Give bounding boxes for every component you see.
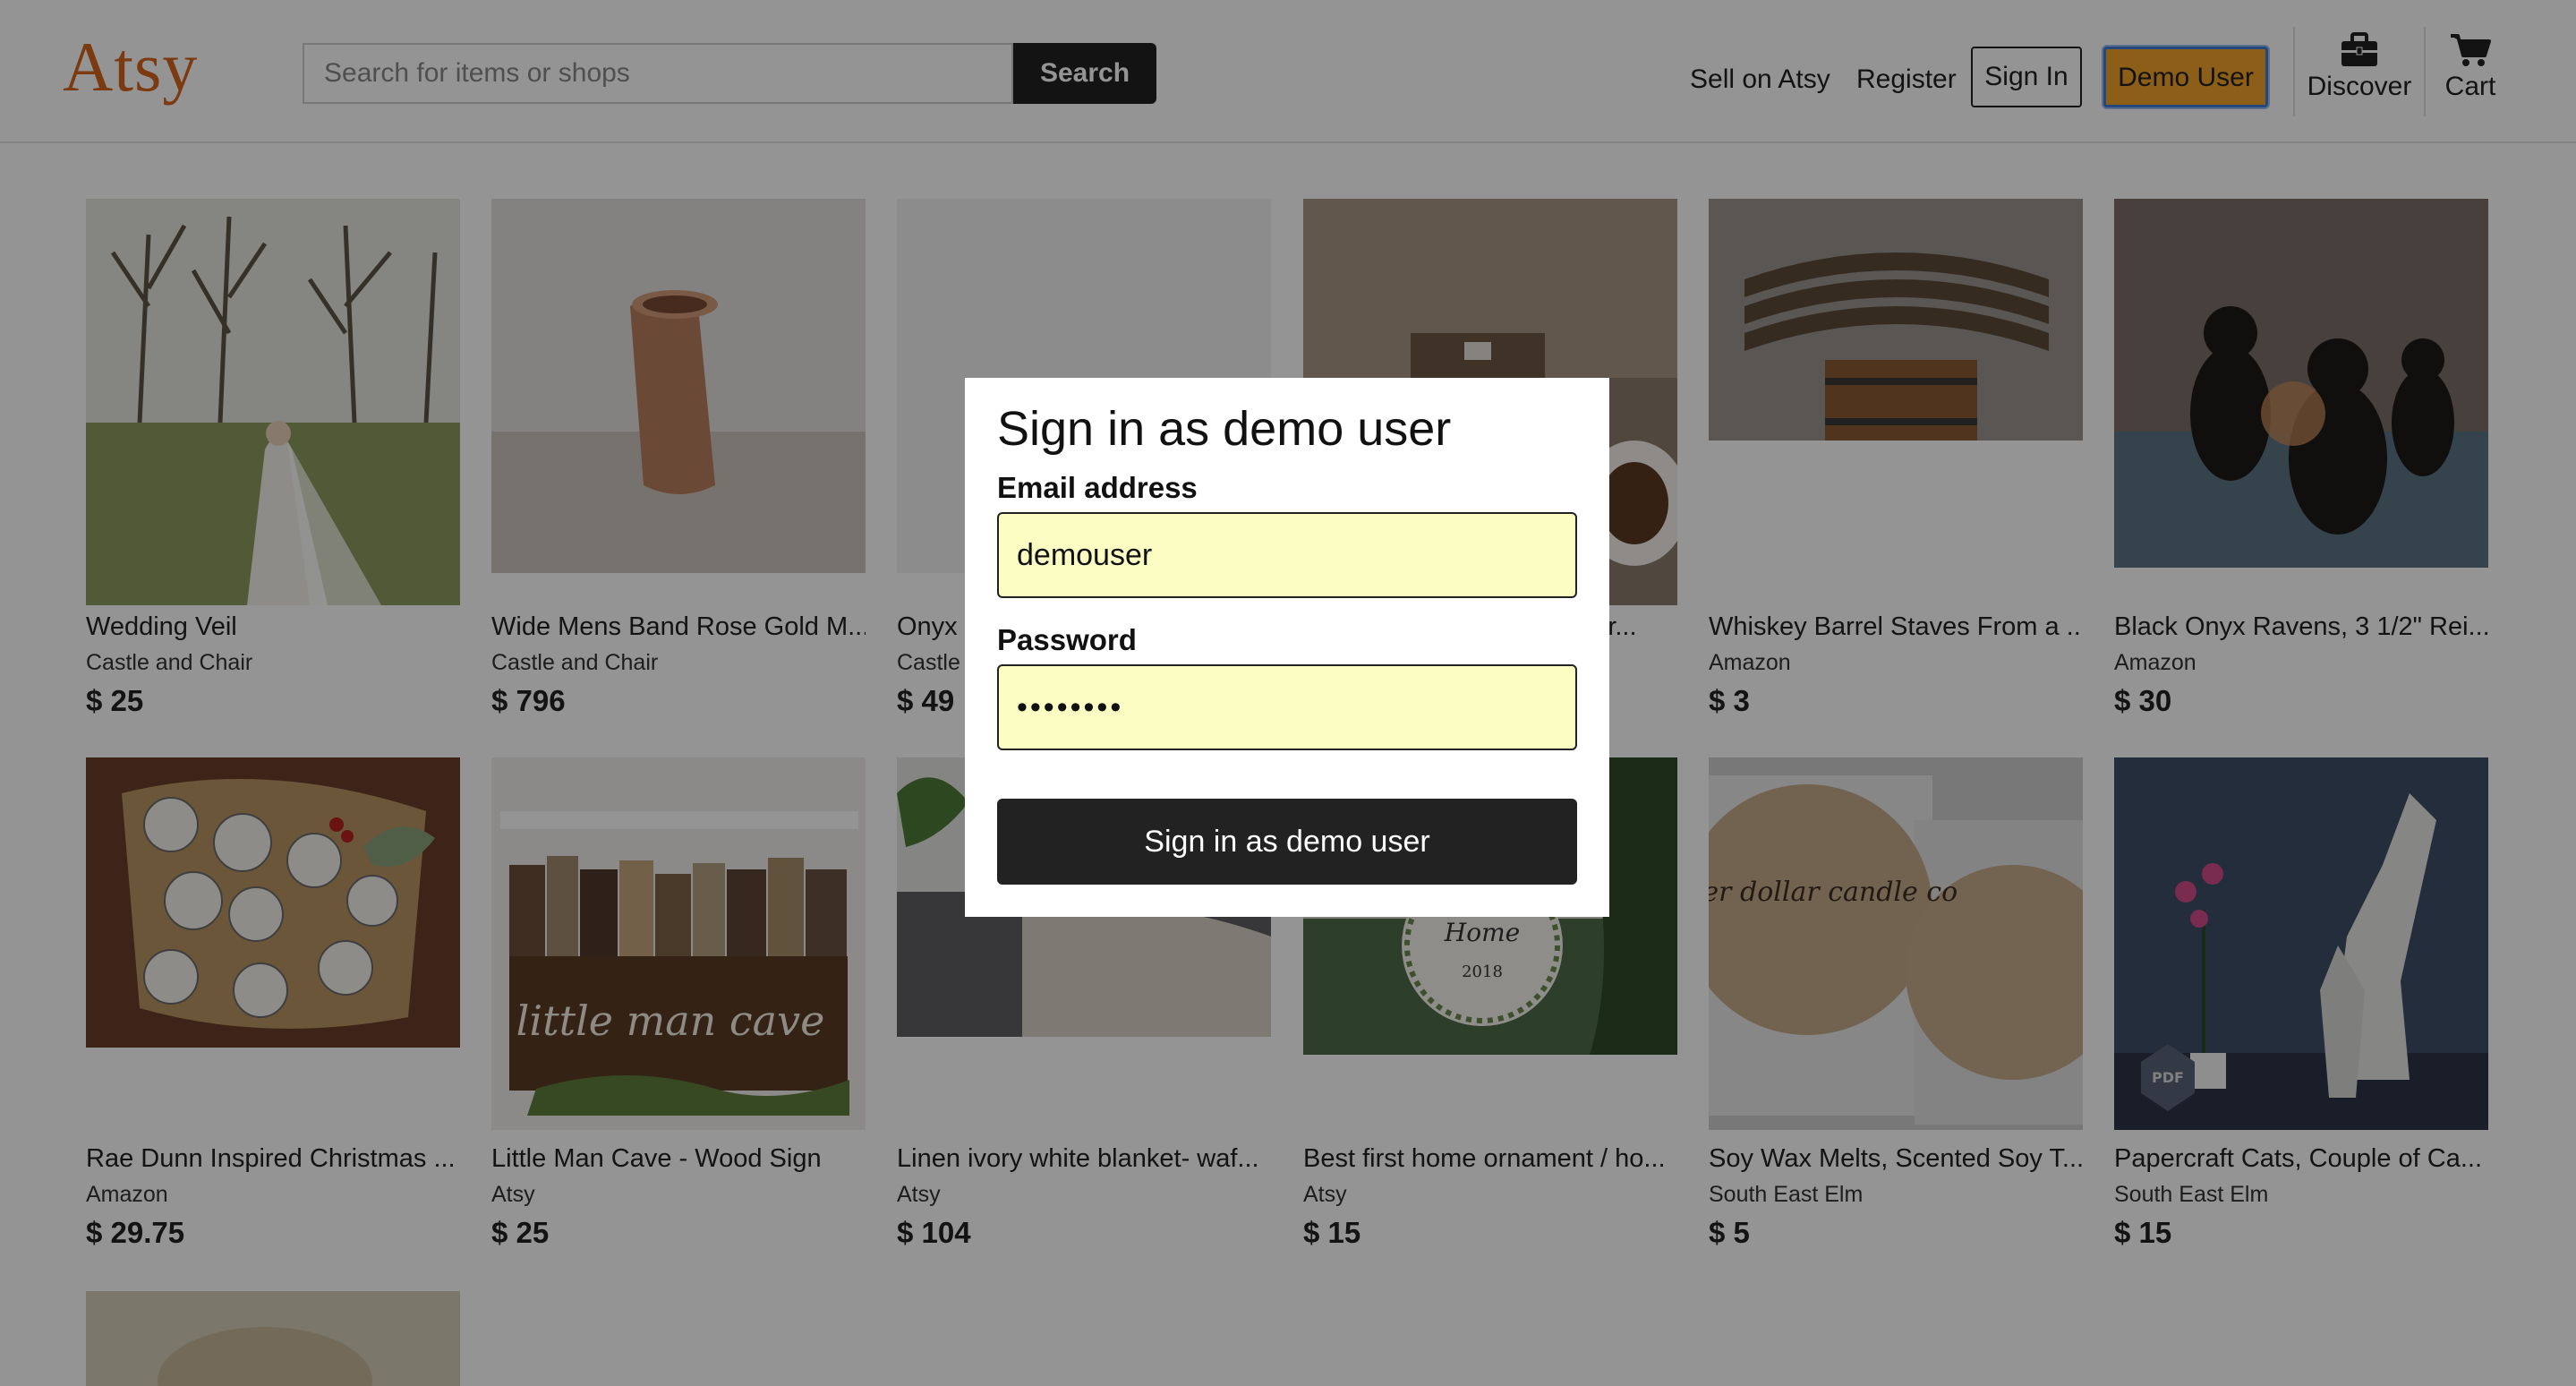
password-field[interactable]: •••••••• [997, 664, 1577, 750]
password-label: Password [997, 623, 1137, 656]
modal-title: Sign in as demo user [997, 402, 1452, 456]
demo-signin-submit-button[interactable]: Sign in as demo user [997, 799, 1577, 885]
email-label: Email address [997, 471, 1198, 504]
demo-signin-modal: Sign in as demo user Email address demou… [965, 378, 1609, 917]
email-field[interactable]: demouser [997, 512, 1577, 598]
